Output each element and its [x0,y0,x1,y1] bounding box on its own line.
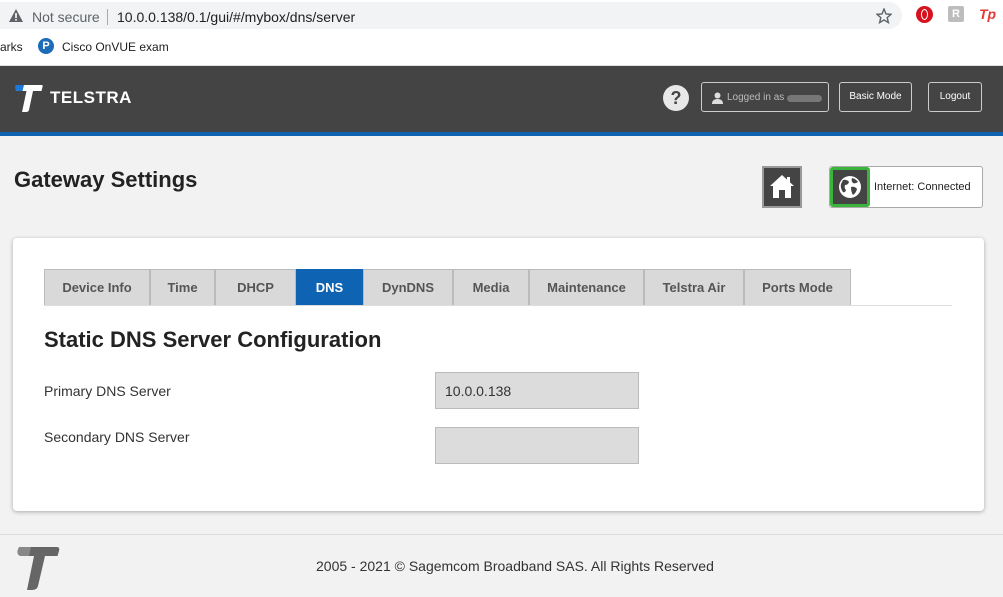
address-separator [107,9,108,25]
tab-maintenance[interactable]: Maintenance [529,269,644,305]
telstra-logo-icon[interactable] [14,82,44,114]
browser-address-bar: Not secure 10.0.0.138/0.1/gui/#/mybox/dn… [0,0,1003,31]
bookmark-item-bookmarks[interactable]: arks [0,40,23,54]
secondary-dns-label: Secondary DNS Server [44,429,190,445]
bookmark-item-cisco-onvue[interactable]: Cisco OnVUE exam [62,40,169,54]
logout-button[interactable]: Logout [928,82,982,112]
footer-divider [0,534,1003,535]
page-title: Gateway Settings [14,167,198,192]
r-extension-icon[interactable]: R [948,6,964,22]
status-text: Internet: Connected [874,181,971,193]
help-button[interactable]: ? [663,85,689,111]
tab-media[interactable]: Media [453,269,529,305]
tab-time[interactable]: Time [150,269,215,305]
telstra-footer-logo-icon [17,547,60,590]
primary-dns-label: Primary DNS Server [44,383,171,399]
tab-telstra-air[interactable]: Telstra Air [644,269,744,305]
basic-mode-button[interactable]: Basic Mode [839,82,912,112]
tab-dns[interactable]: DNS [296,269,363,305]
brand-name: TELSTRA [50,88,132,107]
username-redacted [787,95,822,102]
globe-icon [839,176,861,198]
home-button[interactable] [762,166,802,208]
opera-extension-icon[interactable] [916,6,933,23]
tab-ports-mode[interactable]: Ports Mode [744,269,851,305]
security-label[interactable]: Not secure [32,9,100,25]
copyright-text: 2005 - 2021 © Sagemcom Broadband SAS. Al… [316,558,714,574]
logged-in-label: Logged in as [727,92,785,103]
bookmark-star-icon[interactable] [876,8,892,24]
secondary-dns-input[interactable] [435,427,639,464]
home-icon [770,175,794,198]
warning-icon[interactable] [9,9,23,22]
primary-dns-input[interactable] [435,372,639,409]
tab-dhcp[interactable]: DHCP [215,269,296,305]
user-icon [712,92,723,104]
header-accent-stripe [0,132,1003,136]
omnibox[interactable]: Not secure 10.0.0.138/0.1/gui/#/mybox/dn… [0,2,902,29]
tab-dyndns[interactable]: DynDNS [363,269,453,305]
tab-divider [44,305,952,306]
internet-status[interactable]: Internet: Connected [829,166,983,208]
user-info[interactable]: Logged in as [701,82,829,112]
tp-extension-icon[interactable]: Tp [979,6,996,22]
status-indicator [830,167,870,207]
section-title: Static DNS Server Configuration [44,327,382,352]
settings-panel: Device Info Time DHCP DNS DynDNS Media M… [13,238,984,511]
tab-device-info[interactable]: Device Info [44,269,150,305]
bookmarks-bar: arks P Cisco OnVUE exam [0,31,1003,66]
onvue-icon: P [38,38,54,54]
url-text[interactable]: 10.0.0.138/0.1/gui/#/mybox/dns/server [117,9,355,25]
